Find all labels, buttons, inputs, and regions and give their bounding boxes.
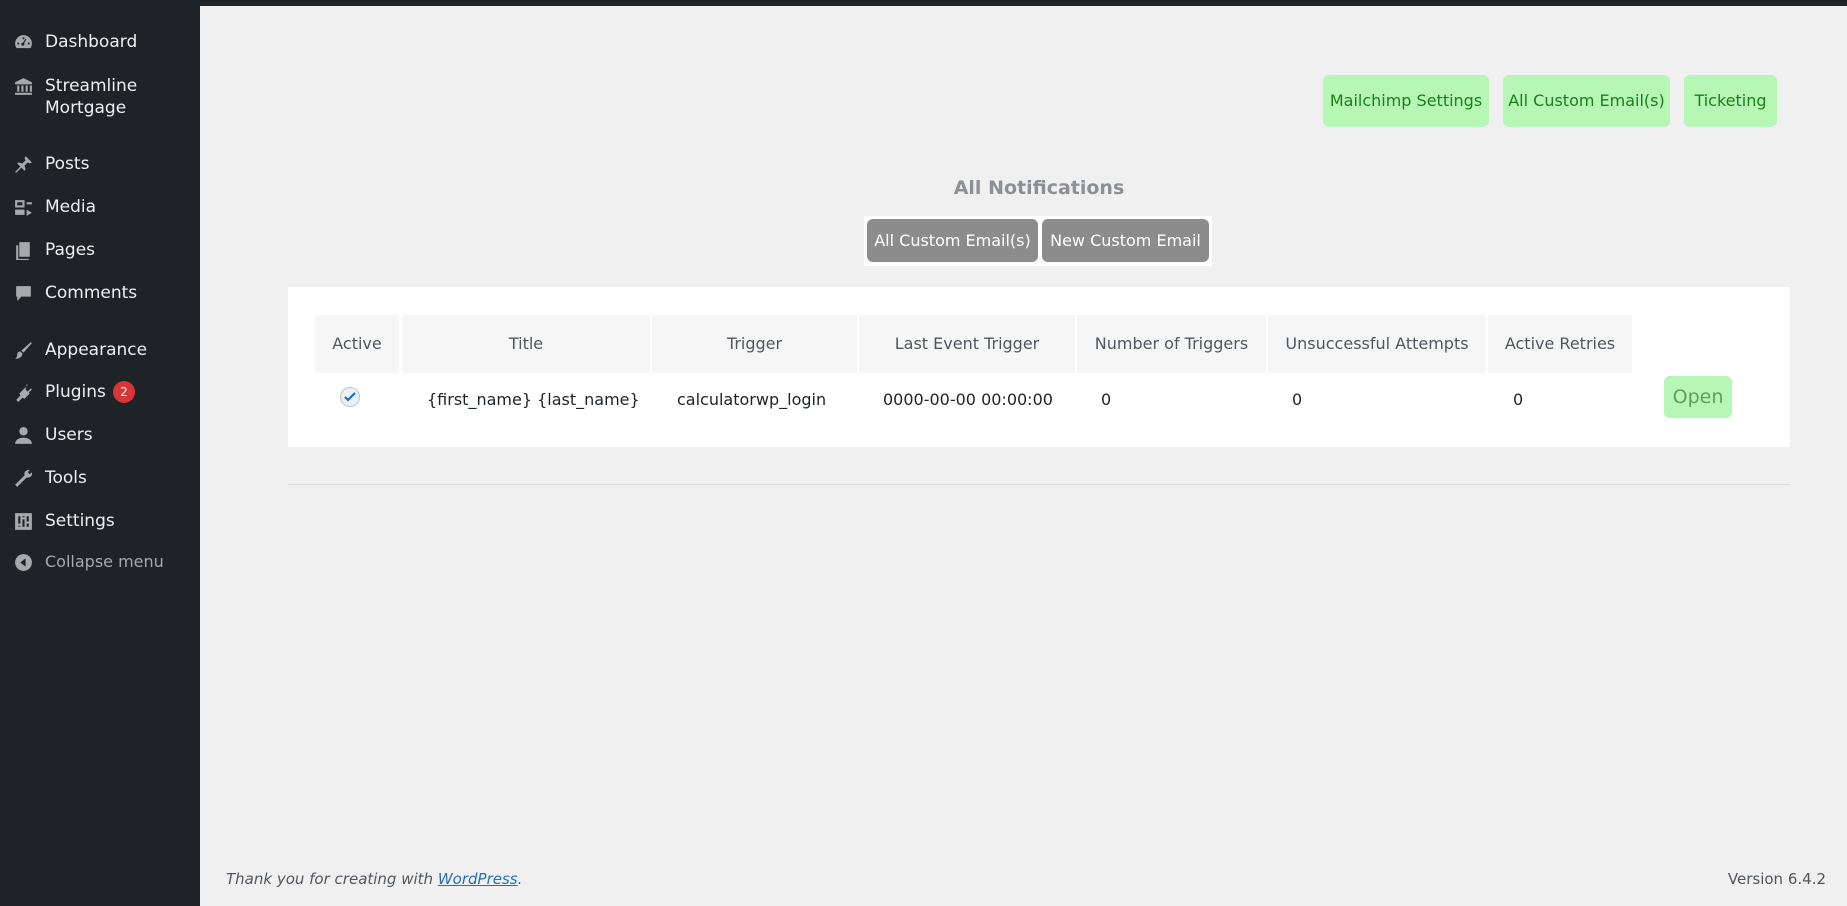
- comment-icon: [11, 282, 35, 304]
- collapse-icon: [11, 551, 35, 573]
- footer-suffix: .: [517, 870, 523, 888]
- sidebar-item-settings[interactable]: Settings: [0, 510, 200, 532]
- pages-icon: [11, 239, 35, 261]
- dashboard-icon: [11, 31, 35, 53]
- sidebar-item-pages[interactable]: Pages: [0, 239, 200, 261]
- sidebar-item-media[interactable]: Media: [0, 196, 200, 218]
- row-last-event-trigger: 0000-00-00 00:00:00: [883, 390, 1053, 409]
- sidebar-item-plugins[interactable]: Plugins 2: [0, 381, 200, 403]
- sidebar-item-posts[interactable]: Posts: [0, 153, 200, 175]
- sidebar-item-label: Pages: [45, 240, 96, 260]
- column-header-number-of-triggers: Number of Triggers: [1077, 315, 1266, 373]
- media-icon: [11, 196, 35, 218]
- tab-all-custom-emails[interactable]: All Custom Email(s): [867, 219, 1038, 262]
- sidebar-item-streamline-mortgage[interactable]: Streamline Mortgage: [0, 75, 200, 119]
- sidebar-item-label: Dashboard: [45, 32, 138, 52]
- sidebar-item-dashboard[interactable]: Dashboard: [0, 31, 200, 53]
- sidebar-item-label: Settings: [45, 511, 115, 531]
- bank-icon: [11, 75, 35, 97]
- collapse-menu-button[interactable]: Collapse menu: [0, 551, 200, 573]
- active-checkbox[interactable]: [340, 387, 360, 407]
- sidebar-item-label: Media: [45, 197, 97, 217]
- sidebar-item-label: Streamline Mortgage: [45, 76, 138, 118]
- ticketing-button[interactable]: Ticketing: [1684, 75, 1777, 127]
- column-header-trigger: Trigger: [652, 315, 857, 373]
- checkmark-icon: [344, 392, 356, 402]
- admin-sidebar: Dashboard Streamline Mortgage Posts Medi…: [0, 0, 200, 906]
- sliders-icon: [11, 510, 35, 532]
- row-trigger: calculatorwp_login: [677, 390, 827, 409]
- footer-thanks-text: Thank you for creating with: [226, 870, 438, 888]
- column-header-last-event-trigger: Last Event Trigger: [859, 315, 1075, 373]
- divider: [288, 484, 1790, 485]
- sidebar-item-label: Posts: [45, 154, 90, 174]
- column-header-unsuccessful-attempts: Unsuccessful Attempts: [1268, 315, 1486, 373]
- tab-new-custom-email[interactable]: New Custom Email: [1042, 219, 1209, 262]
- row-number-of-triggers: 0: [1101, 390, 1112, 409]
- row-active-retries: 0: [1513, 390, 1524, 409]
- sidebar-item-label: Collapse menu: [45, 552, 164, 571]
- open-button[interactable]: Open: [1664, 376, 1732, 418]
- wordpress-link[interactable]: WordPress: [438, 870, 518, 888]
- column-header-title: Title: [402, 315, 650, 373]
- sidebar-item-comments[interactable]: Comments: [0, 282, 200, 304]
- plugin-icon: [11, 381, 35, 403]
- column-header-active: Active: [315, 315, 399, 373]
- sidebar-item-users[interactable]: Users: [0, 424, 200, 446]
- sidebar-item-tools[interactable]: Tools: [0, 467, 200, 489]
- top-bar: [0, 0, 1847, 6]
- pin-icon: [11, 153, 35, 175]
- notifications-table: Active Title Trigger Last Event Trigger …: [288, 287, 1790, 447]
- brush-icon: [11, 339, 35, 361]
- all-custom-emails-nav-button[interactable]: All Custom Email(s): [1503, 75, 1670, 127]
- sidebar-item-label: Appearance: [45, 340, 148, 360]
- sidebar-item-label: Tools: [45, 468, 87, 488]
- footer-thanks: Thank you for creating with WordPress.: [226, 870, 522, 888]
- tab-group: All Custom Email(s) New Custom Email: [864, 216, 1212, 266]
- sidebar-item-label: Comments: [45, 283, 138, 303]
- sidebar-item-label: Users: [45, 425, 93, 445]
- mailchimp-settings-button[interactable]: Mailchimp Settings: [1323, 75, 1489, 127]
- user-icon: [11, 424, 35, 446]
- column-header-active-retries: Active Retries: [1488, 315, 1632, 373]
- row-unsuccessful-attempts: 0: [1292, 390, 1303, 409]
- row-title: {first_name} {last_name}: [427, 390, 640, 409]
- sidebar-item-appearance[interactable]: Appearance: [0, 339, 200, 361]
- page-title: All Notifications: [953, 177, 1125, 199]
- footer-version: Version 6.4.2: [1727, 870, 1826, 888]
- wrench-icon: [11, 467, 35, 489]
- sidebar-item-label: Plugins: [45, 382, 106, 402]
- plugins-update-badge: 2: [112, 381, 135, 403]
